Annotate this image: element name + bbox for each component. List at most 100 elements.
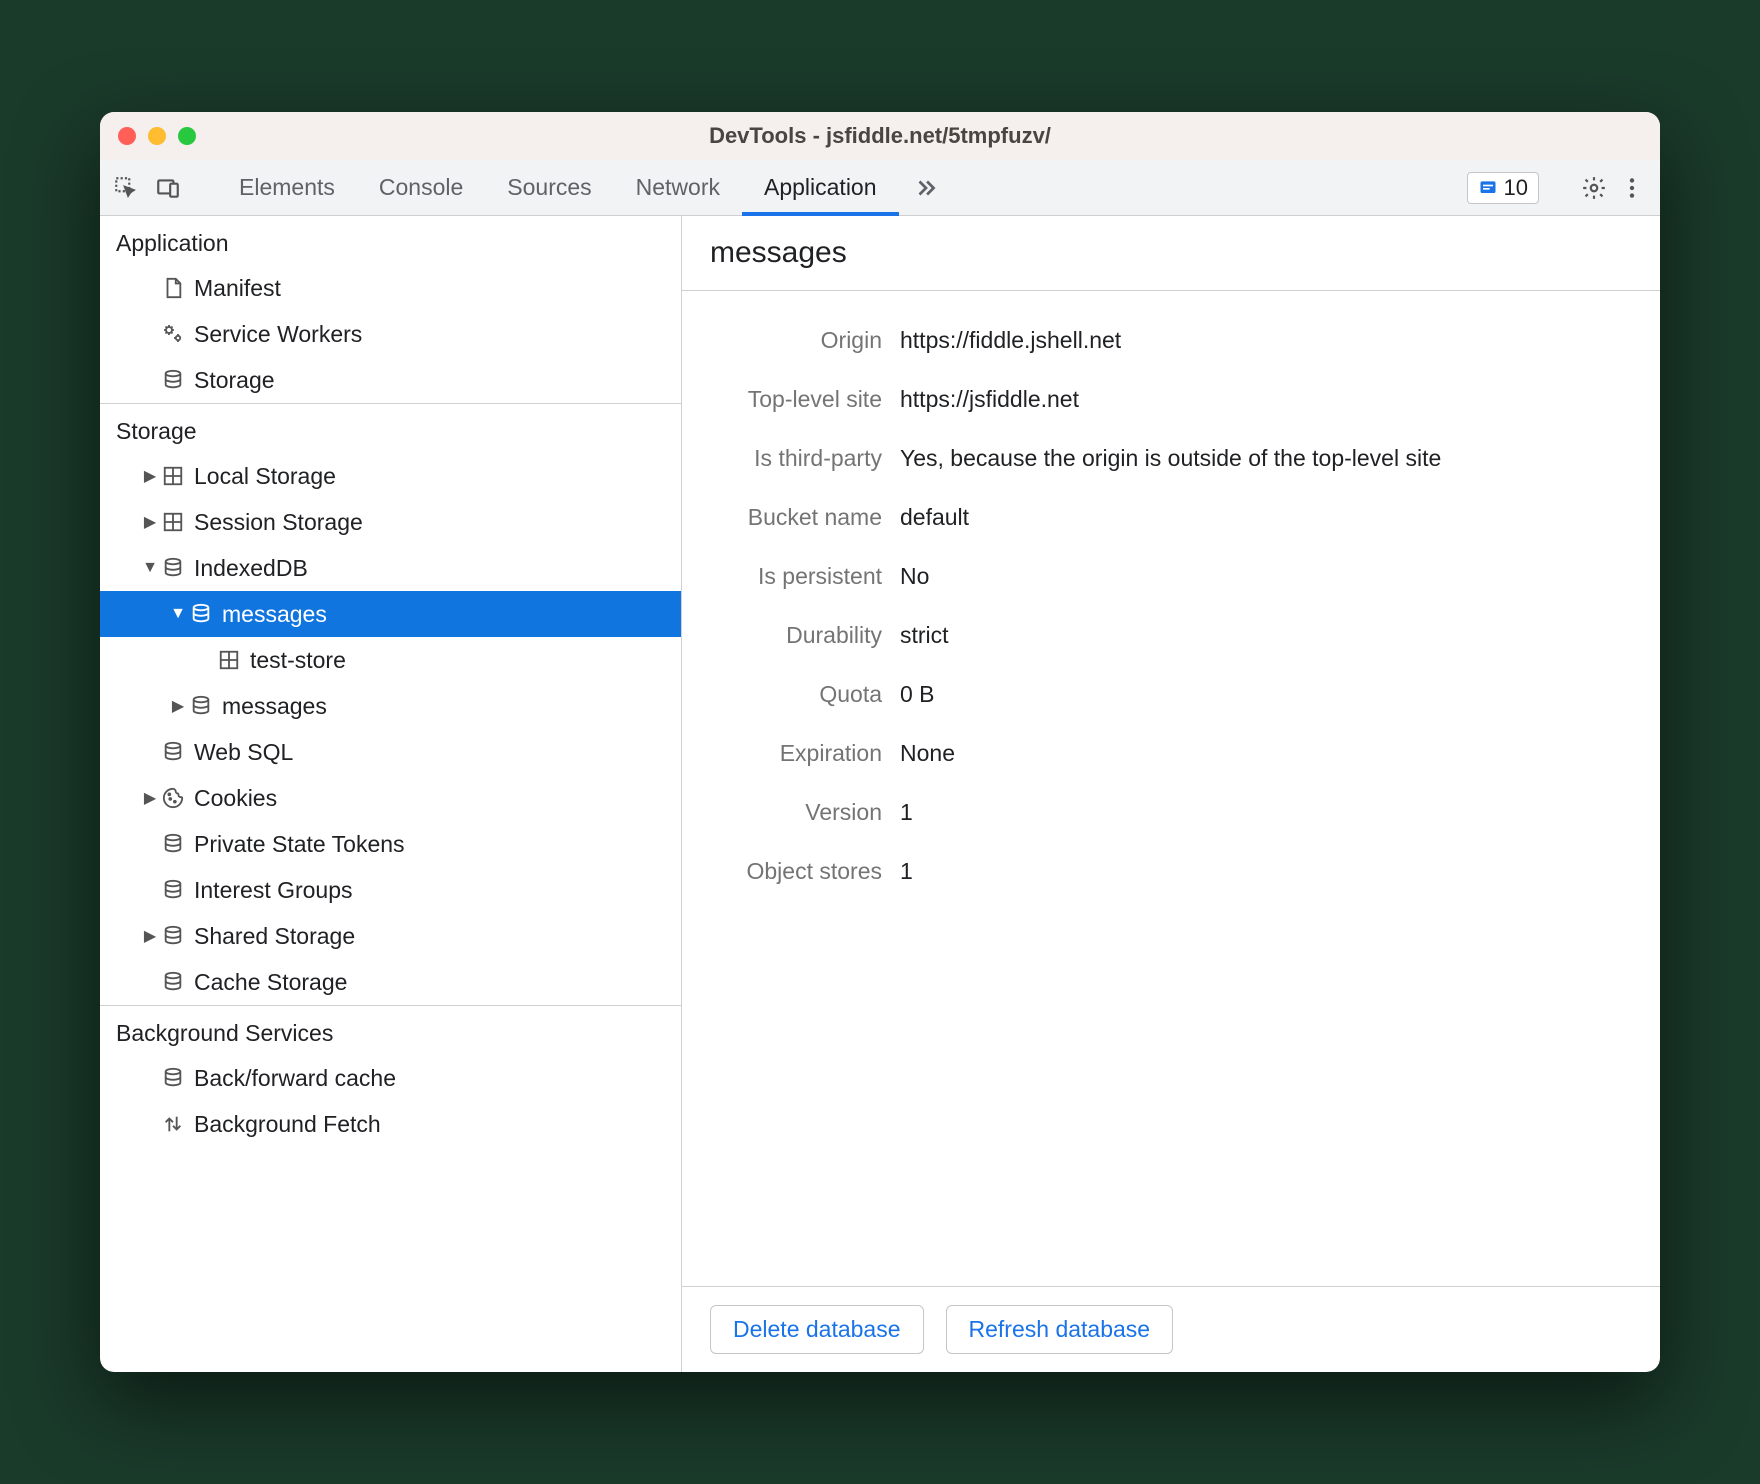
gears-icon xyxy=(160,321,186,347)
db-icon xyxy=(160,367,186,393)
sidebar-item-messages[interactable]: ▼ messages xyxy=(100,591,681,637)
delete-database-button[interactable]: Delete database xyxy=(710,1305,924,1354)
minimize-window-button[interactable] xyxy=(148,127,166,145)
chevron-right-icon[interactable]: ▶ xyxy=(170,696,186,716)
detail-value: No xyxy=(900,563,1632,590)
detail-value: Yes, because the origin is outside of th… xyxy=(900,445,1632,472)
sidebar-item-label: Session Storage xyxy=(194,509,363,536)
file-icon xyxy=(160,275,186,301)
detail-row-object-stores: Object stores1 xyxy=(710,842,1632,901)
sidebar-item-label: Local Storage xyxy=(194,463,336,490)
db-icon xyxy=(160,923,186,949)
sidebar-item-label: messages xyxy=(222,601,327,628)
toolbar-left xyxy=(112,160,217,215)
sidebar-item-label: messages xyxy=(222,693,327,720)
detail-label: Bucket name xyxy=(710,504,900,531)
tab-console[interactable]: Console xyxy=(357,160,485,215)
sidebar-item-label: Private State Tokens xyxy=(194,831,405,858)
sidebar-item-label: Manifest xyxy=(194,275,281,302)
sidebar-item-test-store[interactable]: test-store xyxy=(100,637,681,683)
issues-count: 10 xyxy=(1504,175,1528,201)
detail-label: Expiration xyxy=(710,740,900,767)
detail-row-durability: Durabilitystrict xyxy=(710,606,1632,665)
panel-body: Application Manifest Service WorkersStorag… xyxy=(100,216,1660,1372)
database-actions: Delete database Refresh database xyxy=(682,1286,1660,1372)
zoom-window-button[interactable] xyxy=(178,127,196,145)
db-icon xyxy=(160,969,186,995)
sidebar-item-label: Background Fetch xyxy=(194,1111,381,1138)
detail-row-bucket-name: Bucket namedefault xyxy=(710,488,1632,547)
grid-icon xyxy=(160,509,186,535)
db-icon xyxy=(160,877,186,903)
detail-value: 1 xyxy=(900,799,1632,826)
sidebar-item-label: Interest Groups xyxy=(194,877,353,904)
sidebar-item-cache-storage[interactable]: Cache Storage xyxy=(100,959,681,1005)
sidebar-item-messages[interactable]: ▶ messages xyxy=(100,683,681,729)
sidebar-item-label: test-store xyxy=(250,647,346,674)
main-panel: messages Originhttps://fiddle.jshell.net… xyxy=(682,216,1660,1372)
tab-sources[interactable]: Sources xyxy=(485,160,613,215)
detail-value: strict xyxy=(900,622,1632,649)
settings-icon[interactable] xyxy=(1580,174,1608,202)
sidebar-item-back-forward-cache[interactable]: Back/forward cache xyxy=(100,1055,681,1101)
tab-application[interactable]: Application xyxy=(742,160,899,215)
titlebar: DevTools - jsfiddle.net/5tmpfuzv/ xyxy=(100,112,1660,160)
detail-value: https://jsfiddle.net xyxy=(900,386,1632,413)
detail-value: 0 B xyxy=(900,681,1632,708)
close-window-button[interactable] xyxy=(118,127,136,145)
sidebar-item-cookies[interactable]: ▶ Cookies xyxy=(100,775,681,821)
chevron-right-icon[interactable]: ▶ xyxy=(142,788,158,808)
sidebar-item-private-state-tokens[interactable]: Private State Tokens xyxy=(100,821,681,867)
issues-icon xyxy=(1478,178,1498,198)
chevron-down-icon[interactable]: ▼ xyxy=(142,559,158,577)
sidebar-item-web-sql[interactable]: Web SQL xyxy=(100,729,681,775)
sidebar-item-shared-storage[interactable]: ▶Shared Storage xyxy=(100,913,681,959)
db-icon xyxy=(188,601,214,627)
sidebar-item-label: IndexedDB xyxy=(194,555,308,582)
chevron-right-icon[interactable]: ▶ xyxy=(142,466,158,486)
sidebar-item-label: Cookies xyxy=(194,785,277,812)
detail-value: None xyxy=(900,740,1632,767)
tab-elements[interactable]: Elements xyxy=(217,160,357,215)
detail-label: Object stores xyxy=(710,858,900,885)
tab-network[interactable]: Network xyxy=(614,160,742,215)
devtools-toolbar: Elements Console Sources Network Applica… xyxy=(100,160,1660,216)
devtools-window: DevTools - jsfiddle.net/5tmpfuzv/ Elemen… xyxy=(100,112,1660,1372)
detail-row-quota: Quota0 B xyxy=(710,665,1632,724)
detail-label: Version xyxy=(710,799,900,826)
db-icon xyxy=(160,1065,186,1091)
detail-value: 1 xyxy=(900,858,1632,885)
device-toolbar-icon[interactable] xyxy=(154,174,182,202)
updown-icon xyxy=(160,1111,186,1137)
detail-value: https://fiddle.jshell.net xyxy=(900,327,1632,354)
detail-value: default xyxy=(900,504,1632,531)
database-title: messages xyxy=(682,216,1660,291)
toolbar-right: 10 xyxy=(1467,160,1660,215)
grid-icon xyxy=(216,647,242,673)
detail-row-version: Version1 xyxy=(710,783,1632,842)
detail-label: Durability xyxy=(710,622,900,649)
more-icon[interactable] xyxy=(1618,174,1646,202)
tabs-overflow-icon[interactable] xyxy=(899,160,953,215)
inspect-element-icon[interactable] xyxy=(112,174,140,202)
chevron-down-icon[interactable]: ▼ xyxy=(170,605,186,623)
sidebar-section-background-services: Background Services xyxy=(100,1006,681,1055)
sidebar-item-indexeddb[interactable]: ▼ IndexedDB xyxy=(100,545,681,591)
sidebar-item-interest-groups[interactable]: Interest Groups xyxy=(100,867,681,913)
db-icon xyxy=(160,831,186,857)
sidebar-section-application: Application xyxy=(100,216,681,265)
chevron-right-icon[interactable]: ▶ xyxy=(142,512,158,532)
database-details: Originhttps://fiddle.jshell.netTop-level… xyxy=(682,291,1660,915)
sidebar-item-storage[interactable]: Storage xyxy=(100,357,681,403)
refresh-database-button[interactable]: Refresh database xyxy=(946,1305,1174,1354)
window-controls xyxy=(118,127,196,145)
detail-row-top-level-site: Top-level sitehttps://jsfiddle.net xyxy=(710,370,1632,429)
issues-badge[interactable]: 10 xyxy=(1467,172,1539,204)
sidebar-item-background-fetch[interactable]: Background Fetch xyxy=(100,1101,681,1147)
sidebar-item-session-storage[interactable]: ▶ Session Storage xyxy=(100,499,681,545)
window-title: DevTools - jsfiddle.net/5tmpfuzv/ xyxy=(100,123,1660,149)
sidebar-item-manifest[interactable]: Manifest xyxy=(100,265,681,311)
chevron-right-icon[interactable]: ▶ xyxy=(142,926,158,946)
sidebar-item-service-workers[interactable]: Service Workers xyxy=(100,311,681,357)
sidebar-item-local-storage[interactable]: ▶ Local Storage xyxy=(100,453,681,499)
